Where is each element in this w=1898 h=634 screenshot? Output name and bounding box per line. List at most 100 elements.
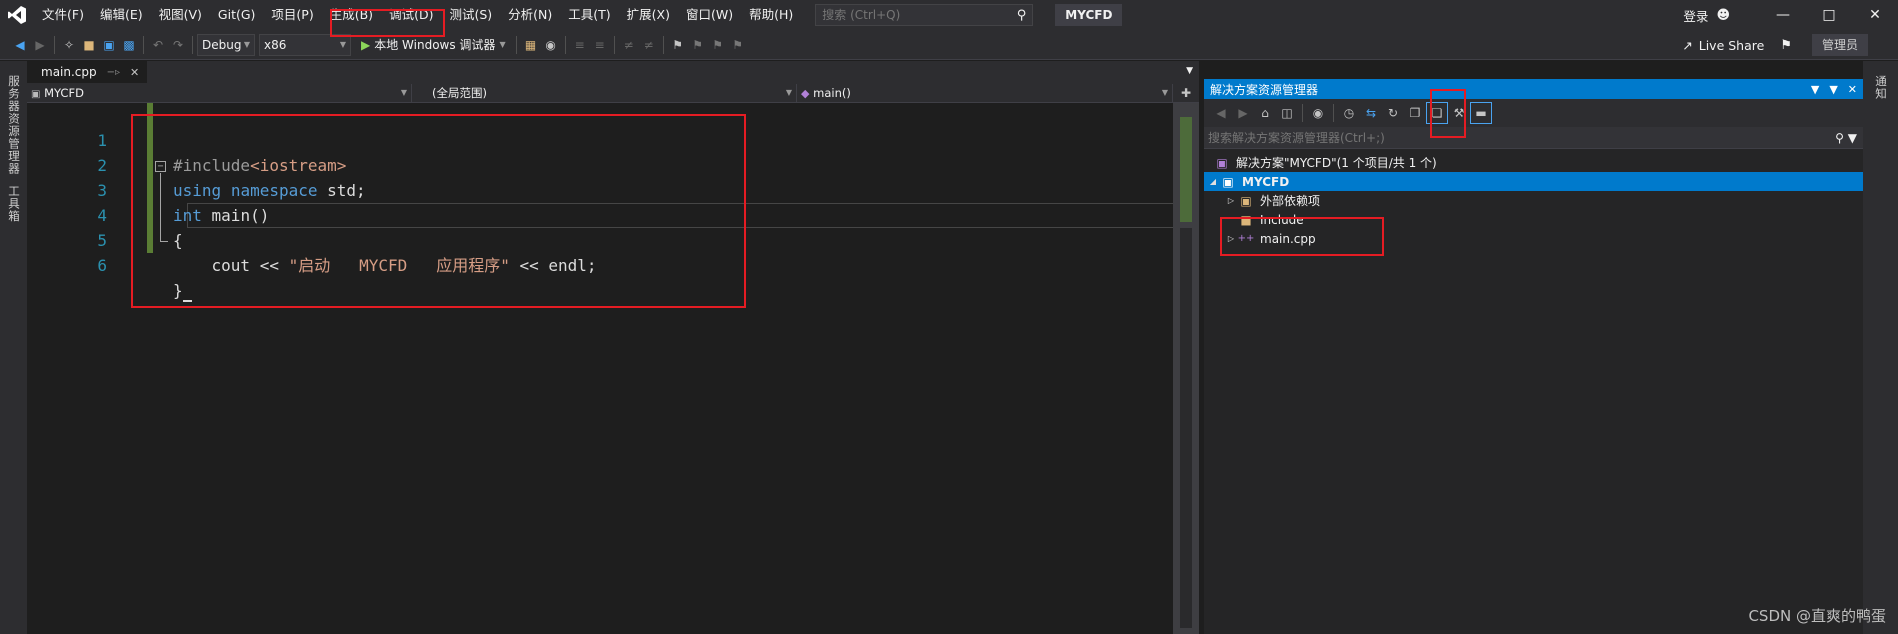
scrollbar-track[interactable] <box>1180 228 1192 628</box>
toolbox-tab[interactable]: 工具箱 <box>0 175 22 223</box>
forward-icon[interactable]: ▶ <box>1232 102 1254 124</box>
live-share-label: Live Share <box>1698 37 1765 53</box>
undo-icon[interactable]: ↶ <box>148 34 168 56</box>
project-label: MYCFD <box>1242 174 1290 189</box>
global-search-box[interactable]: ⚲ <box>815 4 1034 26</box>
line-number: 6 <box>97 256 107 275</box>
bookmark-icon[interactable]: ⚑ <box>668 34 688 56</box>
server-explorer-tab[interactable]: 服务器资源管理器 <box>0 61 22 175</box>
tree-node-solution[interactable]: ▣ 解决方案"MYCFD"(1 个项目/共 1 个) <box>1204 153 1863 172</box>
collapsed-triangle-icon[interactable]: ▷ <box>1224 196 1238 205</box>
uncomment-icon[interactable]: ≠ <box>639 34 659 56</box>
pin-icon[interactable]: −▹ <box>107 67 120 78</box>
menu-window[interactable]: 窗口(W) <box>678 0 741 30</box>
menu-analyze[interactable]: 分析(N) <box>500 0 560 30</box>
menu-git[interactable]: Git(G) <box>210 0 264 30</box>
tree-node-main-cpp[interactable]: ▷ ++ main.cpp <box>1204 229 1863 248</box>
clear-bookmarks-icon[interactable]: ⚑ <box>728 34 748 56</box>
expanded-triangle-icon[interactable]: ◢ <box>1206 177 1220 186</box>
play-icon: ▶ <box>361 37 371 52</box>
back-icon[interactable]: ◀ <box>1210 102 1232 124</box>
collapsed-triangle-icon[interactable]: ▷ <box>1224 234 1238 243</box>
scrollbar-thumb[interactable] <box>1180 117 1192 222</box>
screenshot-icon[interactable]: ◉ <box>541 34 561 56</box>
window-position-icon[interactable]: ▼ <box>1811 83 1819 96</box>
align-right-icon[interactable]: ≡ <box>590 34 610 56</box>
nav-scope-label: (全局范围) <box>432 85 487 100</box>
tree-node-project[interactable]: ◢ ▣ MYCFD <box>1204 172 1863 191</box>
start-debugging-button[interactable]: ▶ 本地 Windows 调试器 ▼ <box>355 36 512 53</box>
properties-wrench-icon[interactable]: ⚒ <box>1448 102 1470 124</box>
split-editor-icon[interactable]: ✚ <box>1173 86 1191 100</box>
menu-debug[interactable]: 调试(D) <box>381 0 441 30</box>
save-all-icon[interactable]: ▩ <box>119 34 139 56</box>
solution-configuration-select[interactable]: Debug ▼ <box>197 33 255 56</box>
maximize-button[interactable]: □ <box>1806 0 1852 30</box>
navigate-back-icon[interactable]: ◀ <box>10 34 30 56</box>
menu-help[interactable]: 帮助(H) <box>741 0 801 30</box>
pending-changes-filter-icon[interactable]: ◷ <box>1338 102 1360 124</box>
share-icon: ↗ <box>1682 37 1693 53</box>
navigate-forward-icon[interactable]: ▶ <box>30 34 50 56</box>
feedback-icon[interactable]: ⚑ <box>1780 38 1792 53</box>
external-deps-label: 外部依赖项 <box>1260 194 1321 208</box>
switch-views-icon[interactable]: ◫ <box>1276 102 1298 124</box>
code-line: 5 cout << "启动 MYCFD 应用程序" << endl; <box>27 203 1173 275</box>
align-left-icon[interactable]: ≡ <box>570 34 590 56</box>
chevron-down-icon: ▼ <box>785 88 792 97</box>
menu-extensions[interactable]: 扩展(X) <box>619 0 678 30</box>
chevron-down-icon: ▼ <box>499 40 506 49</box>
show-all-files-icon[interactable]: ❏ <box>1426 102 1448 124</box>
project-icon: ▣ <box>31 88 41 100</box>
next-bookmark-icon[interactable]: ⚑ <box>708 34 728 56</box>
solution-search-input[interactable] <box>1208 130 1608 145</box>
menu-test[interactable]: 测试(S) <box>441 0 500 30</box>
search-icon[interactable]: ⚲ ▼ <box>1835 131 1857 145</box>
preview-selected-icon[interactable]: ▬ <box>1470 102 1492 124</box>
project-scope-select[interactable]: ▣ MYCFD ▼ <box>27 83 412 102</box>
close-button[interactable]: ✕ <box>1852 0 1898 30</box>
home-icon[interactable]: ⌂ <box>1254 102 1276 124</box>
code-text-area[interactable]: − 1 #include<iostream> 2 using namespace… <box>27 103 1199 634</box>
prev-bookmark-icon[interactable]: ⚑ <box>688 34 708 56</box>
solution-platform-select[interactable]: x86 ▼ <box>259 33 351 56</box>
global-search-input[interactable] <box>822 8 1003 22</box>
account-icon[interactable]: ☻ <box>1716 8 1730 23</box>
tab-list-dropdown-icon[interactable]: ▼ <box>1186 66 1193 76</box>
solution-explorer-panel: 解决方案资源管理器 ▼ ▼ ✕ ◀ ▶ ⌂ ◫ ◉ ◷ ⇆ ↻ ❐ ❏ ⚒ ▬ … <box>1204 79 1863 634</box>
editor-vertical-scrollbar[interactable] <box>1173 103 1199 634</box>
menu-tools[interactable]: 工具(T) <box>560 0 618 30</box>
tree-node-include-folder[interactable]: ■ Include <box>1204 210 1863 229</box>
visual-studio-logo-icon[interactable] <box>0 0 34 30</box>
browse-icon[interactable]: ▦ <box>521 34 541 56</box>
auto-hide-pin-icon[interactable]: ▼ <box>1829 83 1837 96</box>
menu-edit[interactable]: 编辑(E) <box>92 0 151 30</box>
new-project-icon[interactable]: ✧ <box>59 34 79 56</box>
refresh-icon[interactable]: ↻ <box>1382 102 1404 124</box>
menu-build[interactable]: 生成(B) <box>322 0 381 30</box>
close-panel-icon[interactable]: ✕ <box>1848 83 1857 96</box>
function-select[interactable]: ◆ main() ▼ <box>797 83 1173 102</box>
menu-project[interactable]: 项目(P) <box>263 0 321 30</box>
navigation-bar: ▣ MYCFD ▼ (全局范围) ▼ ◆ main() ▼ ✚ <box>27 83 1199 103</box>
notifications-tab[interactable]: 通知 <box>1863 61 1889 100</box>
menu-file[interactable]: 文件(F) <box>34 0 92 30</box>
solution-search-box[interactable]: ⚲ ▼ <box>1204 127 1863 149</box>
tree-node-external-dependencies[interactable]: ▷ ▣ 外部依赖项 <box>1204 191 1863 210</box>
save-icon[interactable]: ▣ <box>99 34 119 56</box>
standard-toolbar: ◀ ▶ ✧ ■ ▣ ▩ ↶ ↷ Debug ▼ x86 ▼ ▶ 本地 Windo… <box>0 30 1898 60</box>
git-icon[interactable]: ◉ <box>1307 102 1329 124</box>
collapse-all-icon[interactable]: ❐ <box>1404 102 1426 124</box>
live-share-button[interactable]: ↗ Live Share <box>1682 38 1764 53</box>
sign-in-link[interactable]: 登录 <box>1683 6 1708 25</box>
tab-main-cpp[interactable]: main.cpp −▹ ✕ <box>27 61 148 83</box>
minimize-button[interactable]: — <box>1760 0 1806 30</box>
redo-icon[interactable]: ↷ <box>168 34 188 56</box>
toolbar-separator <box>192 35 193 54</box>
sync-active-document-icon[interactable]: ⇆ <box>1360 102 1382 124</box>
comment-icon[interactable]: ≠ <box>619 34 639 56</box>
global-scope-select[interactable]: (全局范围) ▼ <box>412 83 797 102</box>
close-tab-icon[interactable]: ✕ <box>130 66 139 79</box>
open-folder-icon[interactable]: ■ <box>79 34 99 56</box>
menu-view[interactable]: 视图(V) <box>151 0 210 30</box>
